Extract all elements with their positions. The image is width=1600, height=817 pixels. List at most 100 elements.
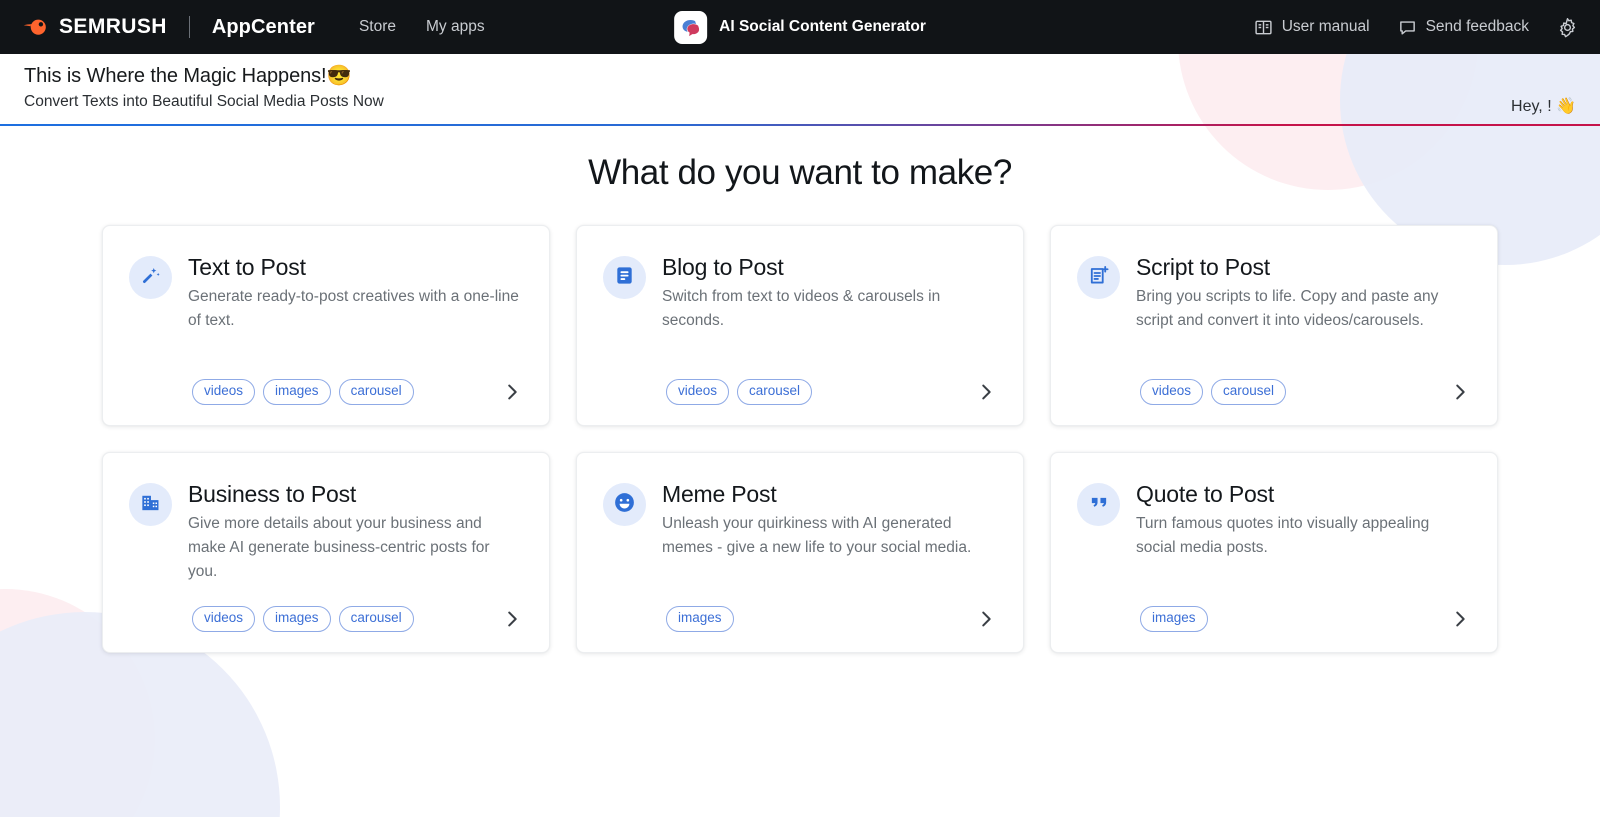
tag-images[interactable]: images bbox=[263, 379, 331, 405]
primary-nav-links: Store My apps bbox=[359, 18, 485, 36]
card-icon-bubble bbox=[603, 483, 646, 526]
tag-videos[interactable]: videos bbox=[666, 379, 730, 405]
appcenter-label: AppCenter bbox=[211, 15, 315, 38]
user-manual-label: User manual bbox=[1281, 18, 1370, 35]
card-text-to-post[interactable]: Text to Post Generate ready-to-post crea… bbox=[102, 225, 550, 426]
app-title: AI Social Content Generator bbox=[719, 18, 926, 35]
card-title: Text to Post bbox=[188, 254, 306, 280]
card-footer: images bbox=[1077, 590, 1471, 632]
main-content: What do you want to make? Text to Post G… bbox=[0, 126, 1600, 653]
card-title: Quote to Post bbox=[1136, 481, 1275, 507]
card-body: Script to Post Bring you scripts to life… bbox=[1136, 254, 1471, 333]
gradient-divider bbox=[0, 124, 1600, 126]
option-card-grid: Text to Post Generate ready-to-post crea… bbox=[102, 225, 1498, 653]
card-description: Unleash your quirkiness with AI generate… bbox=[662, 515, 972, 557]
card-title: Script to Post bbox=[1136, 254, 1270, 280]
card-footer: videos carousel bbox=[1077, 363, 1471, 405]
nav-link-my-apps[interactable]: My apps bbox=[426, 18, 485, 36]
card-header: Meme Post Unleash your quirkiness with A… bbox=[603, 481, 997, 560]
chevron-right-icon[interactable] bbox=[1449, 608, 1471, 630]
welcome-banner: This is Where the Magic Happens!😎 Conver… bbox=[0, 54, 1600, 124]
feedback-icon bbox=[1398, 18, 1417, 37]
card-script-to-post[interactable]: Script to Post Bring you scripts to life… bbox=[1050, 225, 1498, 426]
semrush-logo-icon bbox=[22, 13, 50, 41]
tag-images[interactable]: images bbox=[1140, 606, 1208, 632]
tag-carousel[interactable]: carousel bbox=[338, 379, 414, 405]
tag-videos[interactable]: videos bbox=[192, 606, 256, 632]
card-tag-list: videos carousel bbox=[1140, 379, 1287, 405]
card-title: Meme Post bbox=[662, 481, 777, 507]
nav-link-store[interactable]: Store bbox=[359, 18, 396, 36]
card-meme-post[interactable]: Meme Post Unleash your quirkiness with A… bbox=[576, 452, 1024, 653]
chevron-right-icon[interactable] bbox=[501, 608, 523, 630]
card-header: Business to Post Give more details about… bbox=[129, 481, 523, 584]
banner-greeting-group: Hey, ! 👋 bbox=[1511, 96, 1576, 124]
chevron-right-icon[interactable] bbox=[975, 608, 997, 630]
card-body: Meme Post Unleash your quirkiness with A… bbox=[662, 481, 997, 560]
card-body: Blog to Post Switch from text to videos … bbox=[662, 254, 997, 333]
send-feedback-button[interactable]: Send feedback bbox=[1398, 18, 1529, 37]
card-icon-bubble bbox=[1077, 256, 1120, 299]
brand-divider bbox=[188, 16, 190, 38]
app-root: SEMRUSH AppCenter Store My apps AI Socia… bbox=[0, 0, 1600, 817]
tag-videos[interactable]: videos bbox=[192, 379, 256, 405]
card-business-to-post[interactable]: Business to Post Give more details about… bbox=[102, 452, 550, 653]
tag-carousel[interactable]: carousel bbox=[1211, 379, 1287, 405]
card-quote-to-post[interactable]: Quote to Post Turn famous quotes into vi… bbox=[1050, 452, 1498, 653]
banner-title: This is Where the Magic Happens!😎 bbox=[24, 65, 352, 87]
card-footer: videos images carousel bbox=[129, 363, 523, 405]
banner-text-group: This is Where the Magic Happens!😎 Conver… bbox=[24, 63, 384, 112]
gear-icon bbox=[1557, 17, 1578, 38]
card-tag-list: videos images carousel bbox=[192, 379, 414, 405]
quote-marks-icon bbox=[1088, 491, 1110, 518]
chevron-right-icon[interactable] bbox=[975, 381, 997, 403]
tag-carousel[interactable]: carousel bbox=[737, 379, 813, 405]
send-feedback-label: Send feedback bbox=[1425, 18, 1529, 35]
card-description: Switch from text to videos & carousels i… bbox=[662, 288, 941, 330]
card-tag-list: images bbox=[666, 606, 734, 632]
card-footer: images bbox=[603, 590, 997, 632]
smiley-icon bbox=[612, 490, 637, 520]
card-tag-list: videos images carousel bbox=[192, 606, 414, 632]
card-title: Business to Post bbox=[188, 481, 357, 507]
user-manual-button[interactable]: User manual bbox=[1254, 18, 1370, 37]
building-icon bbox=[139, 491, 162, 519]
app-title-group: AI Social Content Generator bbox=[674, 10, 926, 44]
card-blog-to-post[interactable]: Blog to Post Switch from text to videos … bbox=[576, 225, 1024, 426]
card-header: Script to Post Bring you scripts to life… bbox=[1077, 254, 1471, 333]
user-greeting: Hey, ! 👋 bbox=[1511, 98, 1576, 115]
card-footer: videos carousel bbox=[603, 363, 997, 405]
app-logo-icon bbox=[674, 10, 708, 44]
book-icon bbox=[1254, 18, 1273, 37]
card-description: Bring you scripts to life. Copy and past… bbox=[1136, 288, 1439, 330]
card-icon-bubble bbox=[129, 483, 172, 526]
tag-images[interactable]: images bbox=[263, 606, 331, 632]
banner-subtitle: Convert Texts into Beautiful Social Medi… bbox=[24, 93, 384, 110]
card-icon-bubble bbox=[129, 256, 172, 299]
card-description: Give more details about your business an… bbox=[188, 515, 490, 580]
card-body: Text to Post Generate ready-to-post crea… bbox=[188, 254, 523, 333]
tag-videos[interactable]: videos bbox=[1140, 379, 1204, 405]
card-header: Quote to Post Turn famous quotes into vi… bbox=[1077, 481, 1471, 560]
card-header: Text to Post Generate ready-to-post crea… bbox=[129, 254, 523, 333]
card-body: Business to Post Give more details about… bbox=[188, 481, 523, 584]
card-header: Blog to Post Switch from text to videos … bbox=[603, 254, 997, 333]
tag-images[interactable]: images bbox=[666, 606, 734, 632]
nav-right-actions: User manual Send feedback bbox=[1254, 17, 1578, 38]
card-description: Turn famous quotes into visually appeali… bbox=[1136, 515, 1430, 557]
page-title: What do you want to make? bbox=[588, 153, 1012, 192]
magic-wand-icon bbox=[139, 264, 162, 292]
tag-carousel[interactable]: carousel bbox=[338, 606, 414, 632]
settings-button[interactable] bbox=[1557, 17, 1578, 38]
card-footer: videos images carousel bbox=[129, 590, 523, 632]
card-icon-bubble bbox=[603, 256, 646, 299]
top-navigation-bar: SEMRUSH AppCenter Store My apps AI Socia… bbox=[0, 0, 1600, 54]
card-title: Blog to Post bbox=[662, 254, 784, 280]
brand-name: SEMRUSH bbox=[59, 15, 167, 38]
chevron-right-icon[interactable] bbox=[501, 381, 523, 403]
chevron-right-icon[interactable] bbox=[1449, 381, 1471, 403]
document-lines-icon bbox=[613, 264, 636, 292]
semrush-appcenter-brand[interactable]: SEMRUSH AppCenter bbox=[22, 13, 315, 41]
card-tag-list: videos carousel bbox=[666, 379, 813, 405]
card-tag-list: images bbox=[1140, 606, 1208, 632]
